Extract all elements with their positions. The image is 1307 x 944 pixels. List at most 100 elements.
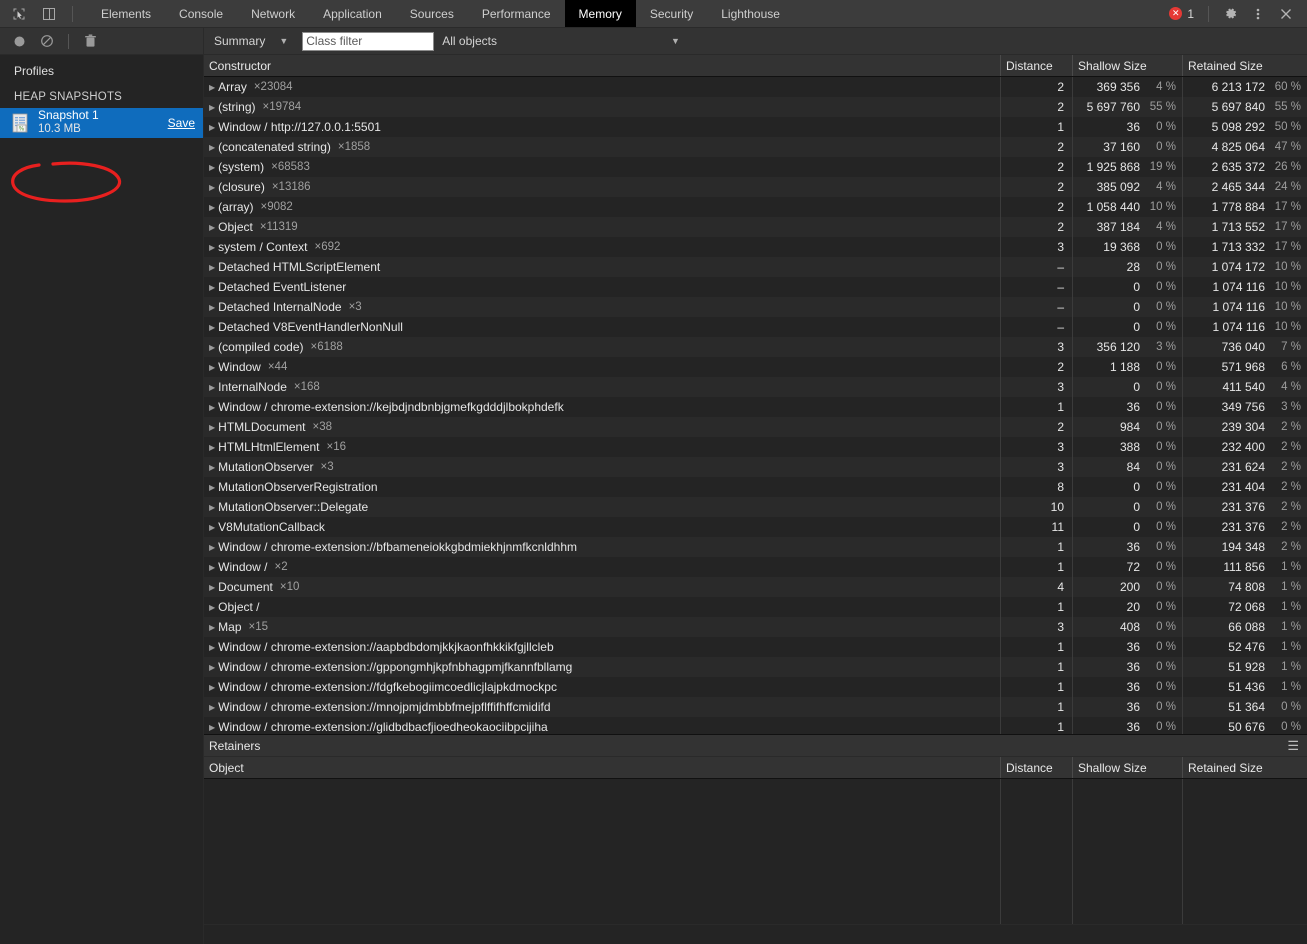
chevron-right-icon[interactable]: ▶ (209, 263, 215, 272)
chevron-right-icon[interactable]: ▶ (209, 603, 215, 612)
chevron-right-icon[interactable]: ▶ (209, 323, 215, 332)
chevron-right-icon[interactable]: ▶ (209, 723, 215, 732)
chevron-right-icon[interactable]: ▶ (209, 463, 215, 472)
table-row[interactable]: ▶ Map ×15 3 408 0 % 66 088 1 % (204, 617, 1307, 637)
chevron-right-icon[interactable]: ▶ (209, 283, 215, 292)
table-row[interactable]: ▶ Detached EventListener –0 0 % 1 074 116 10 … (204, 277, 1307, 297)
table-row[interactable]: ▶ Array ×23084 2 369 356 4 % 6 213 172 60 % (204, 77, 1307, 97)
gear-icon[interactable] (1217, 1, 1243, 27)
chevron-right-icon[interactable]: ▶ (209, 183, 215, 192)
table-row[interactable]: ▶ system / Context ×692 3 19 368 0 % 1 713 332… (204, 237, 1307, 257)
table-row[interactable]: ▶ Document ×10 4 200 0 % 74 808 1 % (204, 577, 1307, 597)
chevron-right-icon[interactable]: ▶ (209, 383, 215, 392)
chevron-right-icon[interactable]: ▶ (209, 423, 215, 432)
table-row[interactable]: ▶ Window / http://127.0.0.1:5501 1 36 0 % 5 0… (204, 117, 1307, 137)
chevron-right-icon[interactable]: ▶ (209, 543, 215, 552)
chevron-right-icon[interactable]: ▶ (209, 223, 215, 232)
chevron-right-icon[interactable]: ▶ (209, 583, 215, 592)
tab-performance[interactable]: Performance (468, 0, 565, 27)
table-row[interactable]: ▶ Detached HTMLScriptElement –28 0 % 1 074 1… (204, 257, 1307, 277)
table-row[interactable]: ▶ Window / chrome-extension://glidbdbacfj… (204, 717, 1307, 734)
chevron-right-icon[interactable]: ▶ (209, 503, 215, 512)
table-row[interactable]: ▶ (string) ×19784 2 5 697 760 55 % 5 697 840 55… (204, 97, 1307, 117)
close-icon[interactable] (1273, 1, 1299, 27)
table-row[interactable]: ▶ (array) ×9082 2 1 058 440 10 % 1 778 884 17 % (204, 197, 1307, 217)
chevron-right-icon[interactable]: ▶ (209, 363, 215, 372)
column-header-shallow-size[interactable]: Shallow Size (1073, 55, 1183, 76)
table-row[interactable]: ▶ (system) ×68583 2 1 925 868 19 % 2 635 372 26… (204, 157, 1307, 177)
retainers-table-body[interactable] (204, 779, 1307, 924)
table-row[interactable]: ▶ Window / chrome-extension://fdgfkebogii… (204, 677, 1307, 697)
table-row[interactable]: ▶ MutationObserverRegistration 8 0 0 % 231 40… (204, 477, 1307, 497)
record-icon[interactable] (10, 32, 28, 50)
trash-icon[interactable] (81, 32, 99, 50)
table-row[interactable]: ▶ MutationObserver::Delegate 10 0 0 % 231 376… (204, 497, 1307, 517)
table-row[interactable]: ▶ Window ×44 2 1 188 0 % 571 968 6 % (204, 357, 1307, 377)
menu-icon[interactable]: ☰ (1287, 739, 1299, 752)
chevron-right-icon[interactable]: ▶ (209, 663, 215, 672)
table-row[interactable]: ▶ Window / chrome-extension://bfbameneiok… (204, 537, 1307, 557)
chevron-right-icon[interactable]: ▶ (209, 623, 215, 632)
table-row[interactable]: ▶ Detached InternalNode ×3 – 0 0 % 1 074 116 10… (204, 297, 1307, 317)
table-row[interactable]: ▶ Window / chrome-extension://mnojpmjdmbb… (204, 697, 1307, 717)
constructor-table-body[interactable]: ▶ Array ×23084 2 369 356 4 % 6 213 172 60 % ▶ (st… (204, 77, 1307, 734)
table-row[interactable]: ▶ Window / ×2 1 72 0 % 111 856 1 % (204, 557, 1307, 577)
tab-network[interactable]: Network (237, 0, 309, 27)
chevron-right-icon[interactable]: ▶ (209, 483, 215, 492)
table-row[interactable]: ▶ Detached V8EventHandlerNonNull –0 0 % 1 07… (204, 317, 1307, 337)
table-row[interactable]: ▶ Window / chrome-extension://gppongmhjkp… (204, 657, 1307, 677)
chevron-right-icon[interactable]: ▶ (209, 523, 215, 532)
table-row[interactable]: ▶ InternalNode ×168 3 0 0 % 411 540 4 % (204, 377, 1307, 397)
column-header-retained-size[interactable]: Retained Size (1183, 55, 1307, 76)
table-row[interactable]: ▶ (concatenated string) ×1858 2 37 160 0 % 4 8… (204, 137, 1307, 157)
chevron-right-icon[interactable]: ▶ (209, 83, 215, 92)
column-header-retainers-retained-size[interactable]: Retained Size (1183, 757, 1307, 778)
tab-application[interactable]: Application (309, 0, 396, 27)
chevron-right-icon[interactable]: ▶ (209, 163, 215, 172)
snapshot-save-link[interactable]: Save (168, 116, 195, 130)
tab-memory[interactable]: Memory (564, 0, 636, 27)
table-row[interactable]: ▶ (closure) ×13186 2 385 092 4 % 2 465 344 24 % (204, 177, 1307, 197)
device-toolbar-icon[interactable] (38, 3, 60, 25)
tab-security[interactable]: Security (636, 0, 707, 27)
chevron-right-icon[interactable]: ▶ (209, 103, 215, 112)
column-header-distance[interactable]: Distance (1001, 55, 1073, 76)
table-row[interactable]: ▶ HTMLHtmlElement ×16 3 388 0 % 232 400 2 % (204, 437, 1307, 457)
tab-elements[interactable]: Elements (87, 0, 165, 27)
table-row[interactable]: ▶ Object ×11319 2 387 184 4 % 1 713 552 17 % (204, 217, 1307, 237)
view-select[interactable]: Summary ▼ (212, 34, 292, 48)
chevron-right-icon[interactable]: ▶ (209, 643, 215, 652)
column-header-object[interactable]: Object (204, 757, 1001, 778)
tab-sources[interactable]: Sources (396, 0, 468, 27)
chevron-right-icon[interactable]: ▶ (209, 143, 215, 152)
table-row[interactable]: ▶ Object /1 20 0 % 72 068 1 % (204, 597, 1307, 617)
chevron-right-icon[interactable]: ▶ (209, 403, 215, 412)
sidebar-item-snapshot-1[interactable]: % Snapshot 1 10.3 MB Save (0, 108, 203, 138)
tab-console[interactable]: Console (165, 0, 237, 27)
table-row[interactable]: ▶ (compiled code) ×6188 3 356 120 3 % 736 040 7… (204, 337, 1307, 357)
column-header-retainers-shallow-size[interactable]: Shallow Size (1073, 757, 1183, 778)
table-row[interactable]: ▶ MutationObserver ×3 3 84 0 % 231 624 2 % (204, 457, 1307, 477)
table-row[interactable]: ▶ HTMLDocument ×38 2 984 0 % 239 304 2 % (204, 417, 1307, 437)
chevron-right-icon[interactable]: ▶ (209, 203, 215, 212)
tab-lighthouse[interactable]: Lighthouse (707, 0, 794, 27)
chevron-right-icon[interactable]: ▶ (209, 343, 215, 352)
chevron-right-icon[interactable]: ▶ (209, 443, 215, 452)
chevron-right-icon[interactable]: ▶ (209, 303, 215, 312)
chevron-right-icon[interactable]: ▶ (209, 683, 215, 692)
clear-icon[interactable] (38, 32, 56, 50)
table-row[interactable]: ▶ Window / chrome-extension://aapbdbdomjk… (204, 637, 1307, 657)
column-header-retainers-distance[interactable]: Distance (1001, 757, 1073, 778)
chevron-right-icon[interactable]: ▶ (209, 563, 215, 572)
class-filter-input[interactable]: Class filter (302, 31, 435, 51)
table-row[interactable]: ▶ Window / chrome-extension://kejbdjndbnb… (204, 397, 1307, 417)
inspect-element-icon[interactable] (8, 3, 30, 25)
error-badge[interactable]: ✕ 1 (1163, 7, 1200, 21)
chevron-right-icon[interactable]: ▶ (209, 703, 215, 712)
table-row[interactable]: ▶ V8MutationCallback 11 0 0 % 231 376 2 % (204, 517, 1307, 537)
chevron-right-icon[interactable]: ▶ (209, 123, 215, 132)
chevron-right-icon[interactable]: ▶ (209, 243, 215, 252)
column-header-constructor[interactable]: Constructor (204, 55, 1001, 76)
objects-filter-select[interactable]: All objects ▼ (442, 34, 680, 48)
more-vertical-icon[interactable] (1245, 1, 1271, 27)
